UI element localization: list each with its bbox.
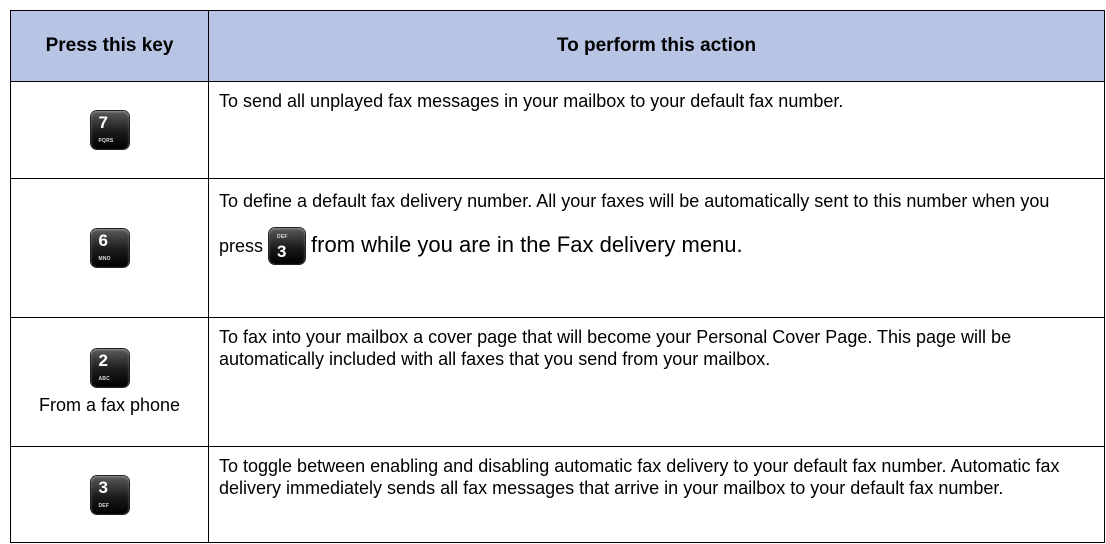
keypad-2-icon: 2 ABC <box>90 348 129 387</box>
action-text: To toggle between enabling and disabling… <box>208 446 1105 543</box>
table-row: 2 ABC From a fax phone To fax into your … <box>10 317 1105 448</box>
keypad-3-inline-icon: 3 DEF <box>269 227 306 264</box>
key-action-table: Press this key To perform this action 7 … <box>10 10 1105 543</box>
keypad-6-icon: 6 MNO <box>90 228 129 267</box>
action-text: To fax into your mailbox a cover page th… <box>208 317 1105 448</box>
table-row: 6 MNO To define a default fax delivery n… <box>10 177 1105 319</box>
action-text: To define a default fax delivery number.… <box>208 177 1105 319</box>
keypad-3-icon: 3 DEF <box>90 475 129 514</box>
header-press-key: Press this key <box>10 10 209 82</box>
keypad-7-icon: 7 PQRS <box>90 110 129 149</box>
key-note: From a fax phone <box>38 394 181 415</box>
header-action: To perform this action <box>208 10 1105 82</box>
table-row: 7 PQRS To send all unplayed fax messages… <box>10 81 1105 179</box>
action-text: To send all unplayed fax messages in you… <box>208 81 1105 179</box>
table-row: 3 DEF To toggle between enabling and dis… <box>10 446 1105 543</box>
